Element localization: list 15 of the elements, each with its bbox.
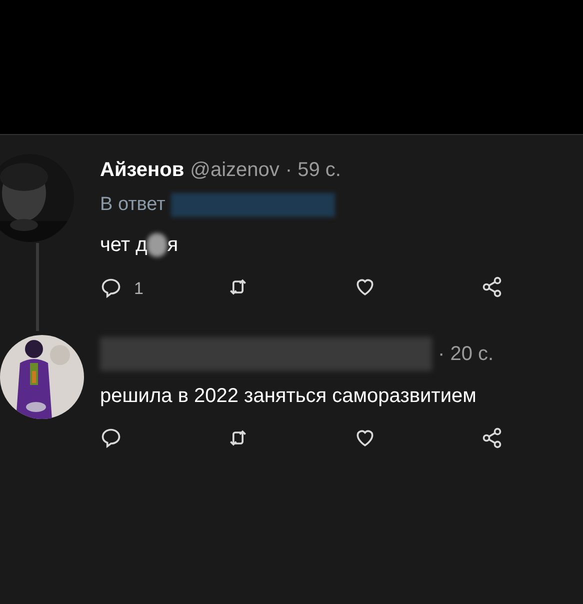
tweet-time: · 20 с. xyxy=(438,342,494,367)
tweet-text: решила в 2022 заняться саморазвитием xyxy=(100,384,476,409)
heart-icon[interactable] xyxy=(354,427,376,449)
author-handle: @aizenov xyxy=(190,158,280,183)
tweet-time: · 59 с. xyxy=(285,158,341,183)
reply-icon[interactable] xyxy=(100,427,122,449)
reply-icon[interactable] xyxy=(100,277,122,300)
reply-to-label: В ответ xyxy=(100,193,166,217)
tweet-text: я xyxy=(167,232,178,258)
share-icon[interactable] xyxy=(481,276,503,298)
share-icon[interactable] xyxy=(481,427,503,449)
tweet-text: чет д xyxy=(100,232,148,258)
blurred-text xyxy=(147,232,168,256)
reply-count: 1 xyxy=(134,278,144,300)
author-name: Айзенов xyxy=(100,158,184,183)
